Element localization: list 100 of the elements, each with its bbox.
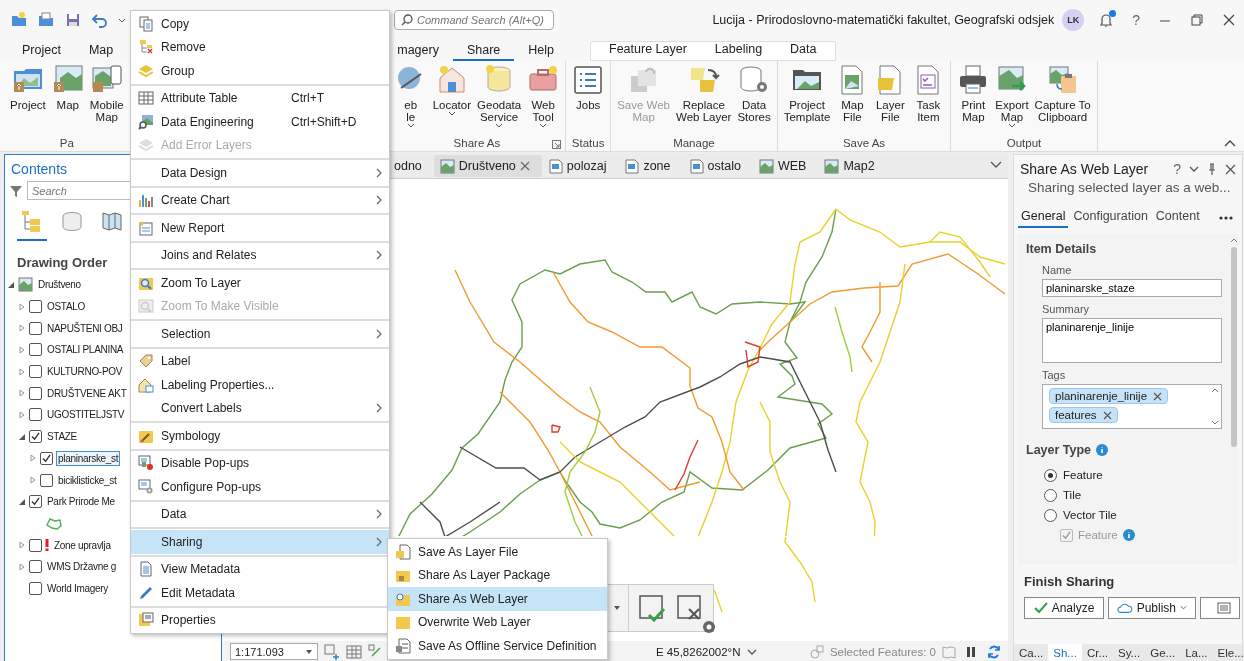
checkbox[interactable] <box>29 408 42 422</box>
checkbox[interactable] <box>40 451 53 465</box>
layer-name[interactable]: NAPUŠTENI OBJ <box>45 320 125 336</box>
pane-tab[interactable]: General <box>1018 207 1069 228</box>
help-button[interactable]: ? <box>1132 12 1140 28</box>
pane-tab[interactable]: Configuration <box>1070 207 1151 228</box>
checkbox[interactable] <box>29 386 42 400</box>
caret-icon[interactable] <box>990 161 1002 169</box>
grid-add-icon[interactable] <box>324 643 340 660</box>
menu-item[interactable]: Share As Web Layer <box>388 587 607 611</box>
menu-item[interactable]: Selection <box>131 322 389 346</box>
map-tab[interactable]: polozaj <box>541 155 619 177</box>
scroll-up-icon[interactable] <box>1211 388 1219 393</box>
ribbon-button[interactable]: Print Map <box>955 64 992 137</box>
checkbox[interactable] <box>29 538 42 552</box>
checkbox[interactable] <box>29 581 42 595</box>
menu-item[interactable]: Attribute Table Ctrl+T <box>131 86 389 110</box>
layer-name[interactable]: World Imagery <box>45 580 110 596</box>
close-icon[interactable] <box>1222 13 1236 27</box>
info-icon[interactable] <box>1096 444 1109 456</box>
undo-icon[interactable] <box>91 11 109 29</box>
name-field[interactable]: planinarske_staze <box>1042 279 1222 297</box>
checkbox[interactable] <box>29 430 42 444</box>
menu-item[interactable]: Overwrite Web Layer <box>388 610 607 634</box>
map-tab[interactable]: odno <box>388 155 434 177</box>
ribbon-button[interactable]: Capture To Clipboard <box>1032 64 1093 137</box>
ribbon-button[interactable]: Export Map <box>993 64 1031 137</box>
expander-icon[interactable] <box>18 432 26 441</box>
menu-item[interactable]: Edit Metadata <box>131 581 389 605</box>
pause-icon[interactable] <box>964 644 978 659</box>
command-search-field[interactable]: Command Search (Alt+Q) <box>394 10 554 30</box>
checkbox[interactable] <box>29 300 42 314</box>
caret-icon[interactable] <box>118 16 126 24</box>
ribbon-tab[interactable]: Map <box>74 43 128 61</box>
menu-item[interactable]: Zoom To Layer <box>131 271 389 295</box>
info-icon[interactable] <box>1122 529 1135 541</box>
pane-tab[interactable]: Ge... <box>1145 644 1181 661</box>
map-tab[interactable]: Map2 <box>818 155 887 177</box>
map-tab[interactable]: ostalo <box>682 155 753 177</box>
menu-item[interactable]: Label <box>131 349 389 373</box>
menu-item[interactable]: Copy <box>131 12 389 36</box>
collapse-icon[interactable] <box>1224 139 1236 147</box>
checkbox[interactable] <box>29 365 42 379</box>
ribbon-button[interactable]: Task Item <box>910 64 947 137</box>
ribbon-button[interactable]: Project <box>8 64 48 137</box>
close-icon[interactable] <box>1225 163 1236 175</box>
checkbox[interactable] <box>29 560 42 574</box>
checkbox[interactable] <box>29 343 42 357</box>
menu-item[interactable]: Configure Pop-ups <box>131 475 389 499</box>
filter-icon[interactable] <box>9 183 23 198</box>
pane-tab[interactable]: Sh... <box>1048 644 1082 661</box>
layer-name[interactable]: Zone upravlja <box>52 537 113 553</box>
tags-field[interactable]: planinarenje_linije features <box>1042 384 1222 429</box>
map-tab[interactable]: Društveno <box>433 155 542 177</box>
scroll-down-icon[interactable] <box>1211 420 1219 425</box>
menu-item[interactable]: Sharing <box>131 530 389 554</box>
close-icon[interactable] <box>1102 410 1112 420</box>
layer-name[interactable]: Društveno <box>36 277 83 293</box>
ribbon-button[interactable]: Project Template <box>781 64 833 137</box>
ribbon-button[interactable]: Replace Web Layer <box>674 64 734 137</box>
menu-item[interactable]: Save As Layer File <box>388 540 607 564</box>
pane-tab[interactable]: Sy... <box>1113 644 1146 661</box>
view-tab[interactable] <box>17 208 47 241</box>
help-button[interactable]: ? <box>1173 161 1181 177</box>
radio-option[interactable]: Vector Tile <box>1026 505 1123 525</box>
open-folder-icon[interactable] <box>37 11 55 29</box>
menu-item[interactable]: Joins and Relates <box>131 243 389 267</box>
ribbon-button[interactable]: Locator <box>430 64 474 137</box>
scale-dropdown[interactable]: 1:171.093 <box>230 643 318 660</box>
scroll-up-icon[interactable] <box>1230 238 1238 243</box>
layer-name[interactable]: UGOSTITELJSTV <box>45 407 127 423</box>
ribbon-button[interactable]: Map File <box>834 64 871 137</box>
layer-name[interactable]: STAZE <box>45 429 79 445</box>
ribbon-tab[interactable]: Project <box>8 43 75 61</box>
menu-item[interactable]: Share As Layer Package <box>388 563 607 587</box>
menu-item[interactable]: Labeling Properties... <box>131 373 389 397</box>
layer-name[interactable]: OSTALI PLANINA <box>45 342 126 358</box>
ribbon-button[interactable]: Map <box>49 64 86 137</box>
ribbon-button[interactable]: Layer File <box>872 64 909 137</box>
close-icon[interactable] <box>1153 391 1163 401</box>
menu-item[interactable]: New Report <box>131 216 389 240</box>
menu-item[interactable]: Group <box>131 59 389 83</box>
layer-name[interactable]: OSTALO <box>45 299 88 315</box>
notification-button[interactable] <box>1098 12 1115 28</box>
pane-tab[interactable]: Content <box>1152 207 1203 228</box>
grid-icon[interactable] <box>346 643 362 660</box>
pane-tab[interactable]: Cr... <box>1081 644 1114 661</box>
layer-name[interactable]: planinarske_st <box>56 450 121 466</box>
menu-item[interactable]: Data <box>131 502 389 526</box>
radio-option[interactable]: Feature <box>1026 465 1109 485</box>
ribbon-tab[interactable]: Labeling <box>700 42 777 60</box>
action-button[interactable] <box>1200 597 1240 619</box>
caret-icon[interactable] <box>613 605 621 611</box>
menu-item[interactable]: Disable Pop-ups <box>131 451 389 475</box>
refresh-icon[interactable] <box>986 643 1002 660</box>
ribbon-button[interactable]: eb le <box>392 64 429 137</box>
checkbox[interactable] <box>40 473 53 487</box>
menu-item[interactable]: Create Chart <box>131 188 389 212</box>
ribbon-tab[interactable]: Feature Layer <box>595 42 701 60</box>
pane-tab[interactable]: La... <box>1180 644 1213 661</box>
